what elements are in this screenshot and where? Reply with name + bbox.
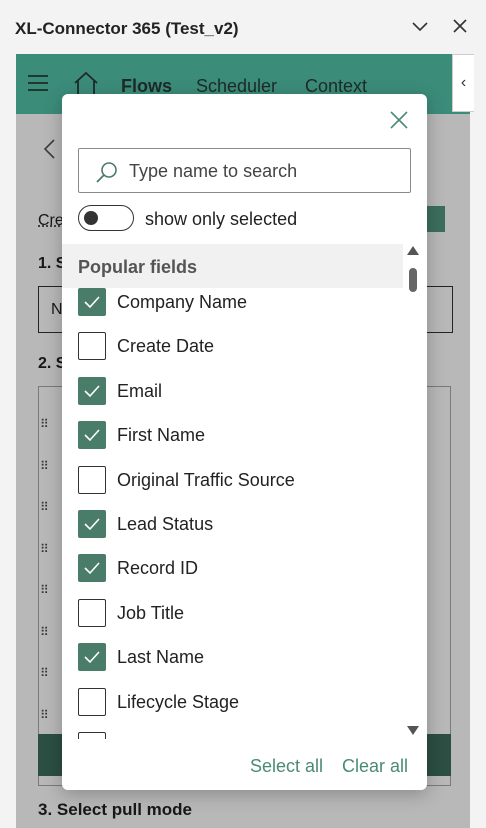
field-row[interactable]: Job Title xyxy=(78,595,398,635)
field-row[interactable]: Record ID xyxy=(78,550,398,590)
field-checkbox[interactable] xyxy=(78,598,106,627)
window-title: XL-Connector 365 (Test_v2) xyxy=(15,19,239,38)
checkmark-icon xyxy=(84,296,100,309)
field-checkbox[interactable] xyxy=(78,732,106,739)
hamburger-menu-icon[interactable] xyxy=(28,74,48,92)
clear-all-button[interactable]: Clear all xyxy=(342,756,408,777)
field-row[interactable]: First Name xyxy=(78,417,398,457)
field-checkbox[interactable] xyxy=(78,554,106,583)
checkmark-icon xyxy=(84,385,100,397)
field-label: Company Name xyxy=(117,292,248,312)
field-checkbox[interactable] xyxy=(78,687,106,716)
close-window-icon[interactable] xyxy=(448,16,472,40)
section-header: Popular fields xyxy=(62,244,403,288)
field-label: Job Title xyxy=(117,602,185,623)
field-label: First Name xyxy=(117,425,206,446)
field-label: Lifecycle Stage xyxy=(117,691,240,712)
field-row[interactable]: Company Name xyxy=(78,284,398,324)
field-row[interactable]: Email xyxy=(78,373,398,413)
scroll-thumb[interactable] xyxy=(409,268,417,292)
field-checkbox[interactable] xyxy=(78,332,106,361)
field-checkbox[interactable] xyxy=(78,376,106,405)
field-checkbox[interactable] xyxy=(78,465,106,494)
field-label: Record ID xyxy=(117,558,199,579)
search-field[interactable] xyxy=(78,148,411,193)
field-row[interactable]: Lifecycle Stage xyxy=(78,684,398,724)
section-title: Popular fields xyxy=(78,257,198,277)
field-label: Email xyxy=(117,380,163,401)
collapse-pane-button[interactable]: ‹ xyxy=(452,54,474,112)
field-label: Last Name xyxy=(117,647,205,668)
toggle-knob xyxy=(84,211,98,225)
close-icon[interactable] xyxy=(387,108,411,132)
scroll-up-icon[interactable] xyxy=(407,246,419,255)
field-label: Lead Status xyxy=(117,514,214,534)
checkmark-icon xyxy=(84,651,100,664)
checkmark-icon xyxy=(84,562,100,575)
field-checkbox[interactable] xyxy=(78,510,106,538)
field-label: Original Traffic Source xyxy=(117,469,295,490)
checkmark-icon xyxy=(84,518,100,531)
search-icon xyxy=(96,162,117,183)
chevron-down-icon[interactable] xyxy=(408,16,432,40)
field-row[interactable]: Original Traffic Source xyxy=(78,462,398,502)
show-only-selected-toggle[interactable] xyxy=(78,205,134,231)
search-input[interactable] xyxy=(129,157,399,185)
select-all-button[interactable]: Select all xyxy=(250,756,323,777)
checkmark-icon xyxy=(84,429,100,442)
field-list: Popular fields Company Name Create Date Em… xyxy=(62,244,427,739)
drag-handles: ⠿ ⠿ ⠿ ⠿ ⠿ ⠿ ⠿ ⠿ xyxy=(40,417,49,722)
field-checkbox[interactable] xyxy=(78,288,106,316)
field-row[interactable]: Last Name xyxy=(78,639,398,679)
field-row[interactable]: Lead Status xyxy=(78,506,398,546)
field-row[interactable]: Create Date xyxy=(78,328,398,368)
show-selected-row: show only selected xyxy=(78,204,398,234)
field-picker-modal: show only selected Popular fields Compan… xyxy=(62,94,427,790)
scrollbar[interactable] xyxy=(406,246,420,736)
chevron-left-icon: ‹ xyxy=(460,74,467,91)
field-checkbox[interactable] xyxy=(78,421,106,450)
field-row-partial[interactable] xyxy=(78,728,398,739)
background-checkbox xyxy=(427,206,445,232)
field-checkbox[interactable] xyxy=(78,643,106,672)
scroll-down-icon[interactable] xyxy=(407,726,419,735)
field-label: Create Date xyxy=(117,336,215,357)
title-bar: XL-Connector 365 (Test_v2) xyxy=(0,0,486,54)
modal-footer: Select all Clear all xyxy=(62,744,427,790)
toggle-label: show only selected xyxy=(145,209,298,229)
